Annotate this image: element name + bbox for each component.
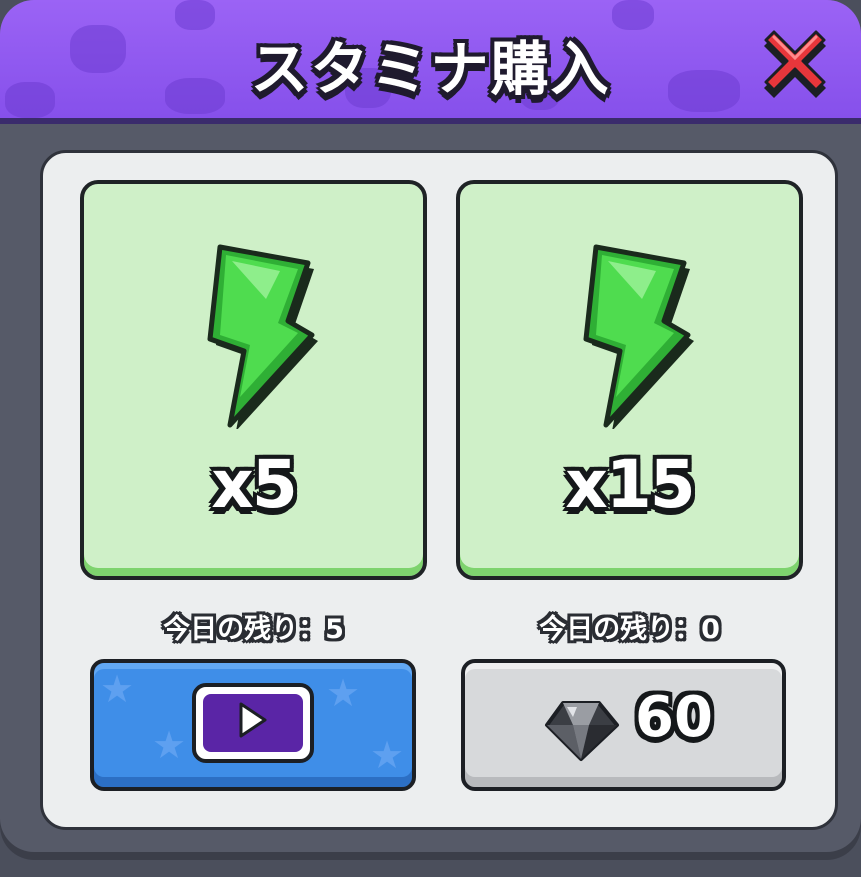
gem-icon: [545, 701, 619, 761]
watch-ad-button[interactable]: ★ ★ ★ ★: [90, 659, 416, 791]
dialog-header: スタミナ購入: [0, 0, 861, 124]
daily-remaining-label: 今日の残り：0: [539, 614, 720, 645]
star-decoration: ★: [152, 723, 187, 767]
offer-quantity: x15: [565, 446, 695, 523]
stamina-bolt-icon: [583, 244, 694, 429]
close-x-icon: [764, 30, 826, 98]
video-frame: [192, 683, 314, 763]
star-decoration: ★: [100, 667, 135, 711]
daily-remaining-label: 今日の残り：5: [163, 614, 344, 645]
gem-price: 60: [635, 685, 713, 750]
offer-card-x15[interactable]: x15: [456, 180, 803, 580]
dialog-title: スタミナ購入: [250, 35, 611, 103]
gem-purchase-button[interactable]: 60: [461, 659, 786, 791]
star-decoration: ★: [326, 671, 361, 715]
stamina-bolt-icon: [207, 244, 318, 429]
star-decoration: ★: [370, 733, 405, 777]
play-icon: [239, 702, 267, 738]
stamina-purchase-dialog: スタミナ購入 x5 x15 今日の残り：5 今日の残り：0 ★ ★ ★ ★ 60: [0, 0, 861, 860]
close-button[interactable]: [760, 28, 830, 98]
offer-card-x5[interactable]: x5: [80, 180, 427, 580]
video-screen: [203, 694, 303, 752]
offer-quantity: x5: [211, 446, 298, 523]
